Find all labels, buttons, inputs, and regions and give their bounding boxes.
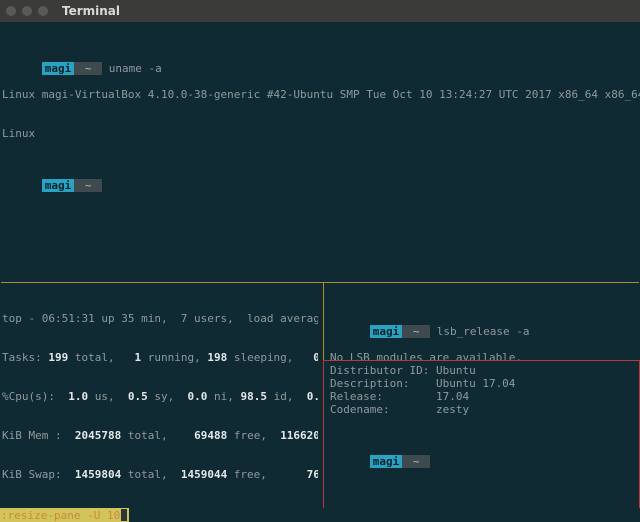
window-title: Terminal	[62, 4, 120, 18]
top-tasks: Tasks: 199 total, 1 running, 198 sleepin…	[2, 351, 318, 364]
window-close-icon[interactable]	[6, 6, 16, 16]
pane-bottom-left[interactable]: top - 06:51:31 up 35 min, 7 users, load …	[2, 286, 318, 508]
prompt-user-br2: magi	[370, 455, 403, 468]
prompt-command: uname -a	[109, 62, 162, 75]
tmux-command-text: :resize-pane -U 10	[1, 509, 120, 522]
uname-output-1: Linux magi-VirtualBox 4.10.0-38-generic …	[2, 88, 638, 101]
window-max-icon[interactable]	[38, 6, 48, 16]
lsb-line: Release: 17.04	[330, 390, 638, 403]
lsb-output: No LSB modules are available.Distributor…	[330, 351, 638, 416]
prompt-user-2: magi	[42, 179, 75, 192]
pane-bottom-right[interactable]: magi ~ lsb_release -a No LSB modules are…	[330, 286, 638, 508]
prompt-user-br: magi	[370, 325, 403, 338]
top-cpu: %Cpu(s): 1.0 us, 0.5 sy, 0.0 ni, 98.5 id…	[2, 390, 318, 403]
lsb-command: lsb_release -a	[437, 325, 530, 338]
cursor-icon	[121, 509, 127, 521]
uname-output-2: Linux	[2, 127, 638, 140]
pane-top[interactable]: magi ~ uname -a Linux magi-VirtualBox 4.…	[2, 23, 638, 281]
window-min-icon[interactable]	[22, 6, 32, 16]
prompt-sep: ~	[74, 62, 102, 75]
top-uptime: top - 06:51:31 up 35 min, 7 users, load …	[2, 312, 318, 325]
lsb-line: Codename: zesty	[330, 403, 638, 416]
tmux-command-bar[interactable]: :resize-pane -U 10	[0, 508, 640, 522]
prompt-sep-2: ~	[74, 179, 102, 192]
lsb-line: Description: Ubuntu 17.04	[330, 377, 638, 390]
lsb-line: Distributor ID: Ubuntu	[330, 364, 638, 377]
prompt-user: magi	[42, 62, 75, 75]
top-swap: KiB Swap: 1459804 total, 1459044 free, 7…	[2, 468, 318, 481]
lsb-line: No LSB modules are available.	[330, 351, 638, 364]
top-mem: KiB Mem : 2045788 total, 69488 free, 116…	[2, 429, 318, 442]
window-titlebar: Terminal	[0, 0, 640, 22]
terminal-area[interactable]: magi ~ uname -a Linux magi-VirtualBox 4.…	[0, 22, 640, 522]
